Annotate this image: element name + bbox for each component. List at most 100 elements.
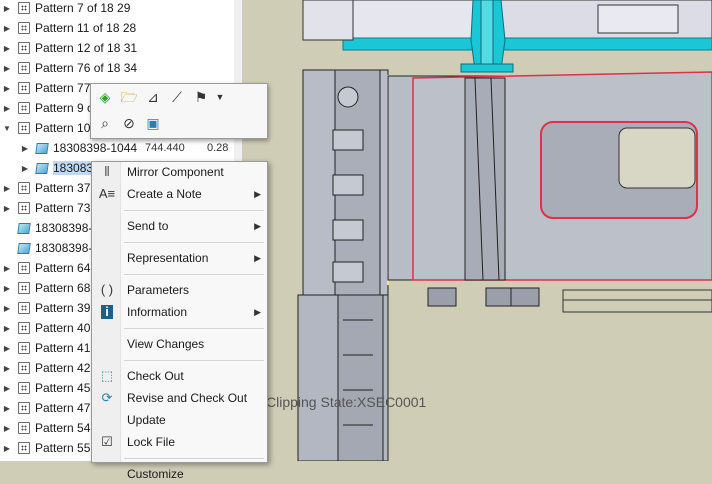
tree-row[interactable]: ▶ 18308398-1044 744.440 0.28	[0, 138, 234, 158]
expand-arrow-icon[interactable]: ▶	[20, 164, 30, 173]
pattern-icon	[18, 322, 30, 334]
pattern-icon	[18, 262, 30, 274]
tree-row-label: Pattern 37	[35, 181, 91, 195]
expand-arrow-icon[interactable]: ▶	[2, 64, 12, 73]
tree-row-label: Pattern 68	[35, 281, 91, 295]
tree-row-label: Pattern 64	[35, 261, 91, 275]
tree-row-label: Pattern 47	[35, 401, 91, 415]
tree-row-label: 18308398-1044	[53, 141, 138, 155]
expand-arrow-icon[interactable]: ▶	[2, 304, 12, 313]
flag-icon[interactable]: ⚑	[192, 88, 210, 106]
pattern-icon	[18, 302, 30, 314]
menu-separator	[124, 242, 264, 243]
menu-item-view-changes[interactable]: View Changes	[92, 334, 267, 354]
menu-item-label: Create a Note	[127, 187, 202, 201]
menu-item-customize[interactable]: Customize	[92, 464, 267, 484]
pattern-icon	[18, 22, 30, 34]
tree-row-label: Pattern 39	[35, 301, 91, 315]
expand-arrow-icon[interactable]: ▼	[2, 124, 12, 133]
parameters-icon: ( )	[100, 282, 114, 297]
expand-arrow-icon[interactable]: ▶	[2, 104, 12, 113]
dropdown-icon[interactable]: ▼	[211, 88, 229, 106]
part-icon	[35, 162, 49, 174]
measure-icon[interactable]: ⌕	[96, 114, 114, 132]
tree-row[interactable]: ▶ Pattern 12 of 18 31	[0, 38, 234, 58]
menu-item-update[interactable]: Update	[92, 410, 267, 430]
note-icon: A≡	[98, 186, 116, 201]
tree-row-label: Pattern 12 of 18 31	[35, 41, 138, 55]
pattern-icon	[18, 82, 30, 94]
expand-arrow-icon[interactable]: ▶	[2, 44, 12, 53]
menu-item-parameters[interactable]: ( ) Parameters	[92, 280, 267, 300]
menu-item-information[interactable]: i Information ▶	[92, 302, 267, 322]
tree-row-label: Pattern 55	[35, 441, 91, 455]
lock-checkbox-icon: ☑	[101, 434, 113, 449]
pattern-icon	[18, 342, 30, 354]
menu-item-label: Revise and Check Out	[127, 391, 248, 405]
component-icon[interactable]: ▣	[144, 114, 162, 132]
cad-viewport[interactable]	[243, 0, 712, 461]
expand-arrow-icon[interactable]: ▶	[2, 364, 12, 373]
pattern-icon	[18, 42, 30, 54]
expand-arrow-icon[interactable]: ▶	[2, 184, 12, 193]
expand-arrow-icon[interactable]: ▶	[2, 324, 12, 333]
pattern-icon	[18, 402, 30, 414]
expand-arrow-icon[interactable]: ▶	[2, 404, 12, 413]
expand-arrow-icon[interactable]: ▶	[2, 344, 12, 353]
menu-item-lock-file[interactable]: ☑ Lock File	[92, 432, 267, 452]
pattern-icon	[18, 282, 30, 294]
open-icon[interactable]: 🗁	[120, 88, 138, 106]
expand-arrow-icon[interactable]: ▶	[20, 144, 30, 153]
expand-arrow-icon[interactable]: ▶	[2, 284, 12, 293]
pattern-icon	[18, 382, 30, 394]
expand-arrow-icon[interactable]: ▶	[2, 4, 12, 13]
menu-item-label: Representation	[127, 251, 209, 265]
mini-toolbar: ◈ 🗁 ⊿ ⟋ ⚑ ▼ ⌕ ⊘ ▣	[90, 83, 268, 139]
menu-item-representation[interactable]: Representation ▶	[92, 248, 267, 268]
menu-item-check-out[interactable]: ⬚ Check Out	[92, 366, 267, 386]
tree-row-label: Pattern 9 o	[35, 101, 94, 115]
tree-row-label: 18308398-	[35, 241, 93, 255]
tree-row[interactable]: ▶ Pattern 7 of 18 29	[0, 0, 234, 18]
expand-arrow-icon[interactable]: ▶	[2, 384, 12, 393]
expand-arrow-icon[interactable]: ▶	[2, 264, 12, 273]
pattern-icon	[18, 422, 30, 434]
tree-row[interactable]: ▶ Pattern 11 of 18 28	[0, 18, 234, 38]
part-icon	[17, 222, 31, 234]
menu-separator	[124, 360, 264, 361]
menu-separator	[124, 328, 264, 329]
expand-arrow-icon[interactable]: ▶	[2, 204, 12, 213]
menu-item-revise-and-check-out[interactable]: ⟳ Revise and Check Out	[92, 388, 267, 408]
menu-item-mirror-component[interactable]: ⫴ Mirror Component	[92, 162, 267, 182]
tree-row-label: Pattern 54	[35, 421, 91, 435]
dimension-icon[interactable]: ⊿	[144, 88, 162, 106]
link-icon[interactable]: ⟋	[168, 88, 186, 106]
info-icon: i	[101, 305, 113, 319]
expand-arrow-icon[interactable]: ▶	[2, 84, 12, 93]
pattern-icon	[18, 62, 30, 74]
part-icon	[35, 142, 49, 154]
tree-row-label: Pattern 73	[35, 201, 91, 215]
placement-icon[interactable]: ◈	[96, 88, 114, 106]
tree-row[interactable]: ▶ Pattern 76 of 18 34	[0, 58, 234, 78]
menu-item-label: Mirror Component	[127, 165, 224, 179]
tree-row-label: 18308398-	[35, 221, 93, 235]
submenu-arrow-icon: ▶	[254, 188, 261, 199]
cad-model-section	[243, 0, 712, 461]
menu-item-send-to[interactable]: Send to ▶	[92, 216, 267, 236]
expand-arrow-icon[interactable]: ▶	[2, 424, 12, 433]
tree-cell-value: 744.440	[145, 142, 185, 154]
menu-item-label: Customize	[127, 467, 184, 481]
menu-item-label: Parameters	[127, 283, 190, 297]
pattern-icon	[18, 2, 30, 14]
hide-icon[interactable]: ⊘	[120, 114, 138, 132]
menu-item-label: Information	[127, 305, 188, 319]
menu-item-label: Update	[127, 413, 166, 427]
menu-item-label: View Changes	[127, 337, 205, 351]
expand-arrow-icon[interactable]: ▶	[2, 24, 12, 33]
expand-arrow-icon[interactable]: ▶	[2, 444, 12, 453]
context-menu: ⫴ Mirror Component A≡ Create a Note ▶ Send to…	[91, 161, 268, 481]
pattern-icon	[18, 122, 30, 134]
menu-item-create-a-note[interactable]: A≡ Create a Note ▶	[92, 184, 267, 204]
submenu-arrow-icon: ▶	[254, 220, 261, 231]
